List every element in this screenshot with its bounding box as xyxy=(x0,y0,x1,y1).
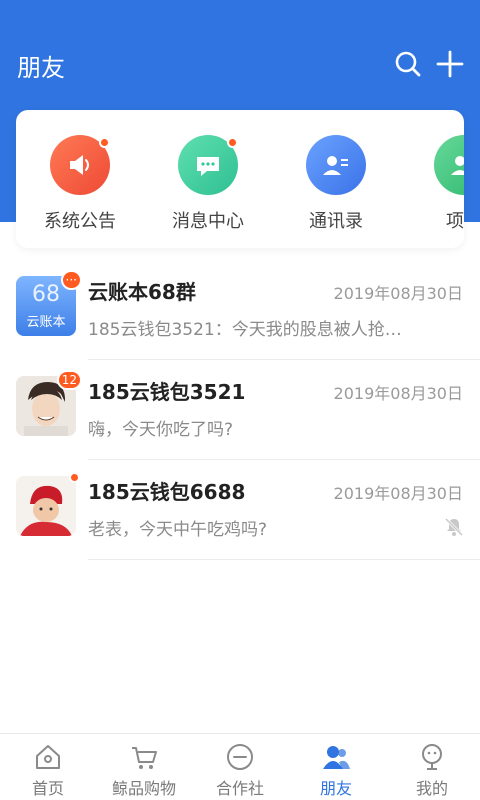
conversation-time: 2019年08月30日 xyxy=(333,484,463,503)
quick-action-label: 系统公告 xyxy=(44,211,116,232)
conversation-item[interactable]: 185云钱包6688 2019年08月30日 老表，今天中午吃鸡吗? xyxy=(0,460,480,560)
tab-home[interactable]: 首页 xyxy=(0,734,96,800)
home-icon xyxy=(36,745,60,769)
quick-action-announcement[interactable]: 系统公告 xyxy=(16,135,144,233)
tab-friends[interactable]: 朋友 xyxy=(288,734,384,800)
group-icon xyxy=(434,135,464,195)
conversation-preview: 老表，今天中午吃鸡吗? xyxy=(88,520,268,540)
conversation-item[interactable]: 12 185云钱包3521 2019年08月30日 嗨，今天你吃了吗? xyxy=(0,360,480,460)
tab-profile[interactable]: 我的 xyxy=(384,734,480,800)
chat-bubble-icon xyxy=(178,135,238,195)
tab-shopping[interactable]: 鲸品购物 xyxy=(96,734,192,800)
tab-label: 首页 xyxy=(31,779,64,798)
cart-icon xyxy=(132,747,157,769)
conversation-preview: 嗨，今天你吃了吗? xyxy=(88,420,234,440)
conversation-time: 2019年08月30日 xyxy=(333,384,463,403)
quick-action-label: 项目 xyxy=(446,211,464,232)
conversation-name: 云账本68群 xyxy=(88,280,196,304)
group-avatar-label: 云账本 xyxy=(26,315,66,330)
quick-action-projects[interactable]: 项目 xyxy=(400,135,464,233)
divider xyxy=(88,559,480,560)
tab-label: 鲸品购物 xyxy=(111,779,176,798)
tab-cooperative[interactable]: 合作社 xyxy=(192,734,288,800)
tab-label: 我的 xyxy=(415,779,448,798)
profile-icon xyxy=(422,744,442,770)
unread-badge: ··· xyxy=(60,270,82,290)
conversation-preview: 185云钱包3521：今天我的股息被人抢了… xyxy=(88,320,418,340)
contact-card-icon xyxy=(306,135,366,195)
friends-icon xyxy=(323,746,350,769)
quick-action-label: 通讯录 xyxy=(309,211,363,232)
user-avatar xyxy=(16,472,80,536)
megaphone-icon xyxy=(50,135,110,195)
quick-action-messages[interactable]: 消息中心 xyxy=(144,135,272,233)
quick-action-contacts[interactable]: 通讯录 xyxy=(272,135,400,233)
tab-label: 朋友 xyxy=(319,779,352,798)
group-avatar: 68 云账本 ··· xyxy=(16,270,82,336)
page-title: 朋友 xyxy=(17,54,65,82)
bottom-tab-bar: 首页 鲸品购物 合作社 朋友 我的 xyxy=(0,733,480,800)
conversation-time: 2019年08月30日 xyxy=(333,284,463,303)
search-icon[interactable] xyxy=(394,50,422,78)
notification-dot xyxy=(99,137,110,148)
mute-bell-icon xyxy=(444,517,464,537)
conversation-name: 185云钱包6688 xyxy=(88,480,246,504)
add-icon[interactable] xyxy=(436,50,464,78)
conversation-item[interactable]: 68 云账本 ··· 云账本68群 2019年08月30日 185云钱包3521… xyxy=(0,260,480,360)
user-avatar: 12 xyxy=(16,370,82,436)
conversation-name: 185云钱包3521 xyxy=(88,380,246,404)
notification-dot xyxy=(227,137,238,148)
quick-actions-card: 系统公告 消息中心 通讯录 项目 xyxy=(16,110,464,248)
unread-badge: 12 xyxy=(56,370,82,390)
cooperative-icon xyxy=(227,744,253,770)
tab-label: 合作社 xyxy=(215,779,264,798)
quick-action-label: 消息中心 xyxy=(172,211,244,232)
unread-dot xyxy=(69,472,80,483)
